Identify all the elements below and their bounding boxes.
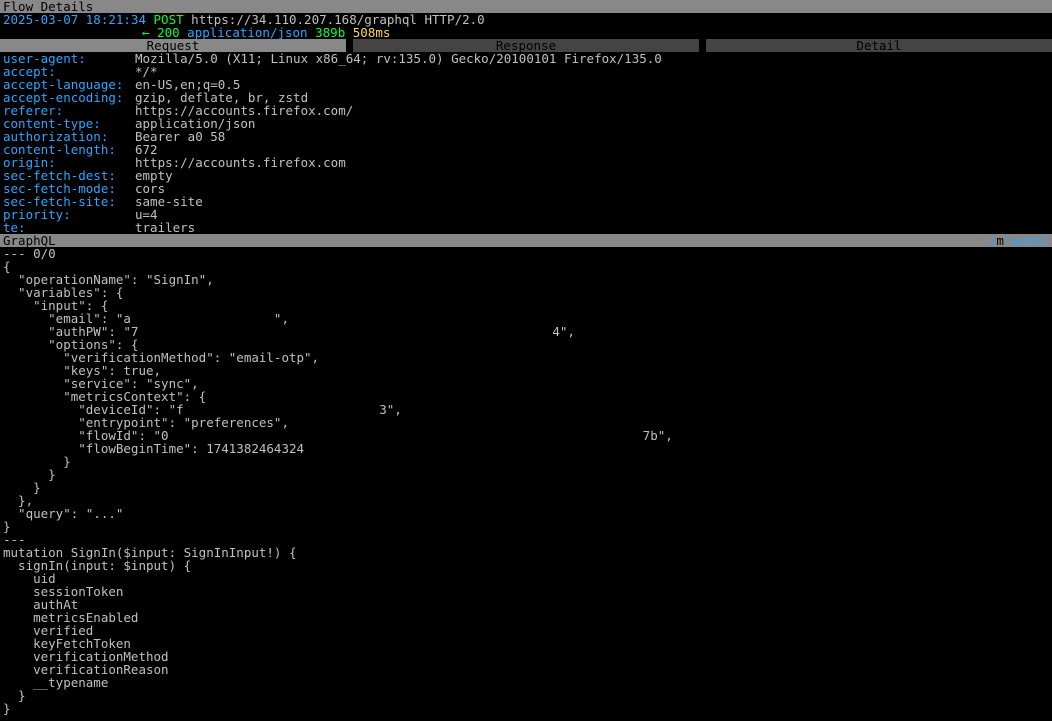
header-row: te:trailers xyxy=(3,221,1049,234)
request-headers: user-agent:Mozilla/5.0 (X11; Linux x86_6… xyxy=(0,52,1052,234)
header-row: user-agent:Mozilla/5.0 (X11; Linux x86_6… xyxy=(3,52,1049,65)
header-value: Mozilla/5.0 (X11; Linux x86_64; rv:135.0… xyxy=(135,52,662,65)
graphql-section-bar: GraphQL [m:auto] xyxy=(0,234,1052,247)
content-type: application/json xyxy=(187,25,307,40)
timestamp: 2025-03-07 18:21:34 xyxy=(3,12,146,27)
header-row: sec-fetch-site:same-site xyxy=(3,195,1049,208)
graphql-content: { "operationName": "SignIn", "variables"… xyxy=(3,259,673,716)
header-value: trailers xyxy=(135,221,195,234)
search-indicator: --- 0/0 xyxy=(3,246,56,261)
view-mode[interactable]: [m:auto] xyxy=(989,234,1049,247)
response-time: 508ms xyxy=(353,25,391,40)
response-size: 389b xyxy=(315,25,345,40)
header-row: authorization:Bearer a0 58 xyxy=(3,130,1049,143)
tab-detail[interactable]: Detail xyxy=(706,39,1052,52)
graphql-body[interactable]: --- 0/0 { "operationName": "SignIn", "va… xyxy=(0,247,1052,715)
http-version: HTTP/2.0 xyxy=(424,12,484,27)
